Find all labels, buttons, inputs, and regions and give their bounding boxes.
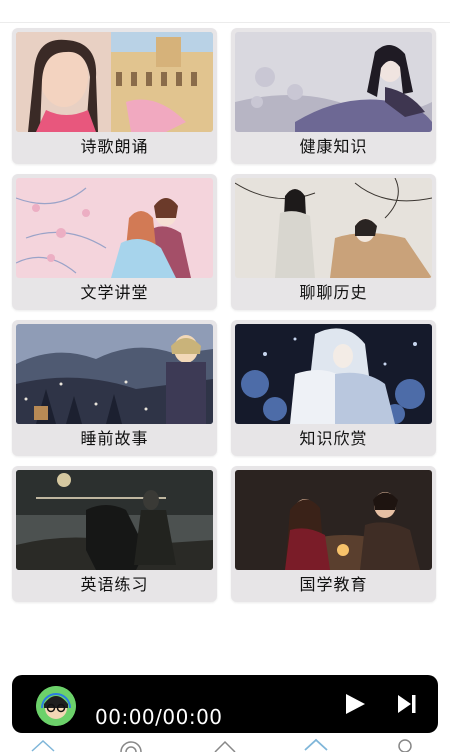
- category-card-english[interactable]: 英语练习: [12, 466, 217, 602]
- history-thumbnail: [235, 178, 432, 278]
- skip-next-icon: [398, 695, 416, 713]
- play-button[interactable]: [344, 693, 366, 715]
- now-playing-avatar[interactable]: [36, 686, 76, 726]
- category-card-literature[interactable]: 文学讲堂: [12, 174, 217, 310]
- tab-discover[interactable]: [212, 737, 238, 753]
- category-card-knowledge[interactable]: 知识欣赏: [231, 320, 436, 456]
- health-thumbnail: [235, 32, 432, 132]
- knowledge-thumbnail: [235, 324, 432, 424]
- card-label: 国学教育: [299, 575, 368, 594]
- sinology-thumbnail: [235, 470, 432, 570]
- card-label: 诗歌朗诵: [80, 137, 149, 156]
- bottom-tab-bar: [0, 733, 450, 756]
- card-label: 睡前故事: [80, 429, 149, 448]
- tab-home[interactable]: [30, 737, 56, 752]
- literature-thumbnail: [16, 178, 213, 278]
- tab-radio[interactable]: [118, 737, 144, 756]
- mini-player[interactable]: 00:00/00:00: [12, 675, 438, 733]
- category-grid: 诗歌朗诵 健康知识 文学讲堂 聊聊历史 睡前故事 知识欣赏 英语练习 国学教育: [0, 0, 450, 640]
- card-label: 健康知识: [299, 137, 368, 156]
- playback-time: 00:00/00:00: [95, 705, 223, 729]
- category-card-bedtime-stories[interactable]: 睡前故事: [12, 320, 217, 456]
- card-label: 英语练习: [80, 575, 149, 594]
- category-card-poetry[interactable]: 诗歌朗诵: [12, 28, 217, 164]
- card-label: 聊聊历史: [299, 283, 368, 302]
- category-card-history[interactable]: 聊聊历史: [231, 174, 436, 310]
- bedtime-stories-thumbnail: [16, 324, 213, 424]
- play-icon: [346, 694, 365, 714]
- category-card-sinology[interactable]: 国学教育: [231, 466, 436, 602]
- skip-next-button[interactable]: [395, 693, 419, 715]
- poetry-thumbnail: [16, 32, 213, 132]
- tab-learn[interactable]: [303, 737, 329, 751]
- english-thumbnail: [16, 470, 213, 570]
- card-label: 知识欣赏: [299, 429, 368, 448]
- card-label: 文学讲堂: [80, 283, 149, 302]
- category-card-health[interactable]: 健康知识: [231, 28, 436, 164]
- tab-profile[interactable]: [392, 737, 418, 753]
